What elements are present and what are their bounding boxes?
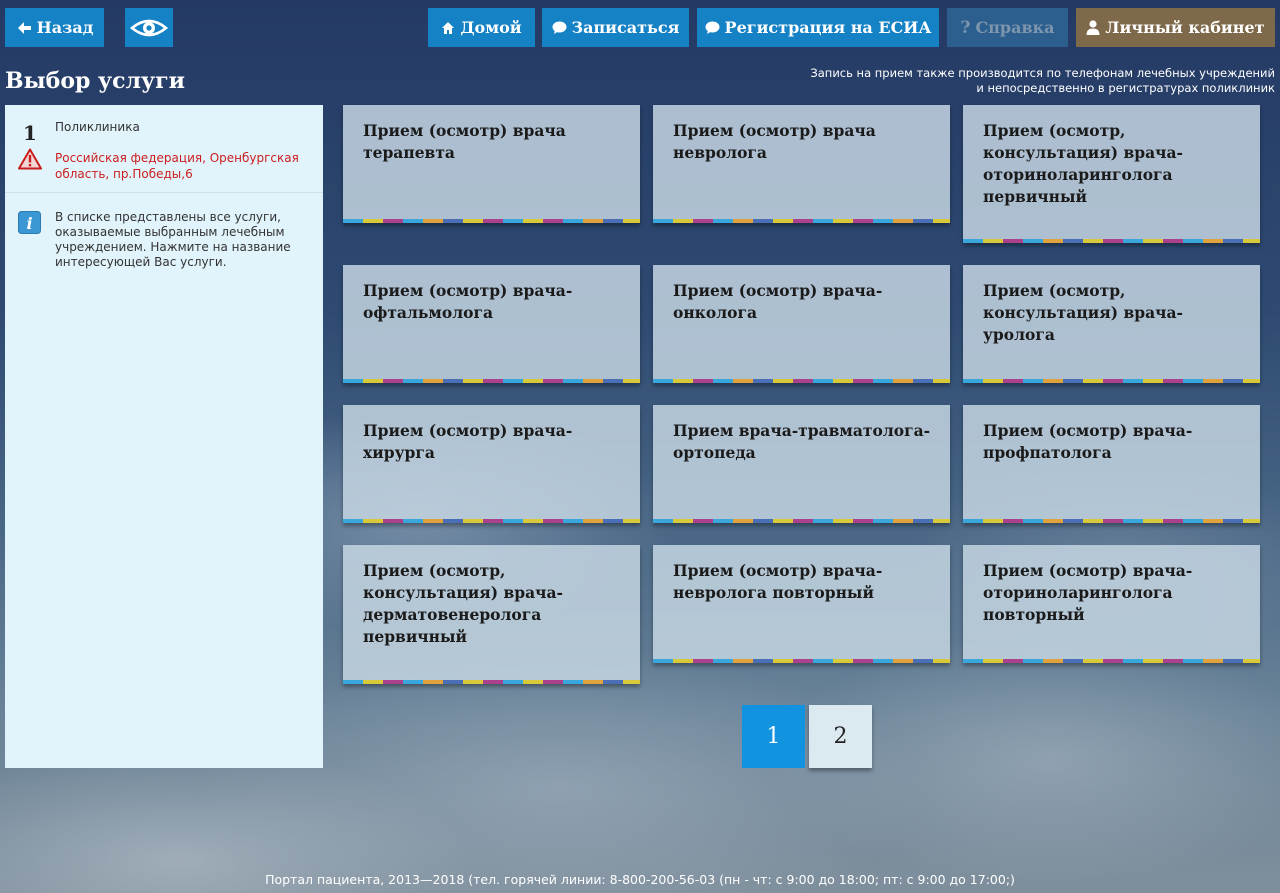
service-name: Прием (осмотр) врача-онколога (673, 281, 883, 322)
tile-stripe (653, 659, 950, 663)
svg-text:i: i (26, 214, 32, 233)
tile-stripe (343, 680, 640, 684)
service-tile[interactable]: Прием (осмотр, консультация) врача-уроло… (963, 265, 1260, 383)
page-1-button[interactable]: 1 (742, 705, 805, 768)
help-button[interactable]: ? Справка (947, 8, 1068, 47)
warning-icon (18, 148, 42, 170)
service-name: Прием (осмотр) врача невролога (673, 121, 876, 162)
info-text: В списке представлены все услуги, оказыв… (55, 210, 291, 269)
service-tile[interactable]: Прием (осмотр) врача-оториноларинголога … (963, 545, 1260, 663)
service-tile[interactable]: Прием (осмотр, консультация) врача-отори… (963, 105, 1260, 243)
notice-line: Запись на прием также производится по те… (810, 66, 1275, 80)
tile-stripe (653, 219, 950, 223)
back-button-label: Назад (36, 18, 94, 37)
service-name: Прием (осмотр) врача-невролога повторный (673, 561, 883, 602)
personal-cabinet-button[interactable]: Личный кабинет (1076, 8, 1275, 47)
info-icon: i (18, 211, 41, 234)
service-tile[interactable]: Прием (осмотр) врача-профпатолога (963, 405, 1260, 523)
home-icon (441, 21, 455, 35)
service-tile[interactable]: Прием (осмотр) врача-онколога (653, 265, 950, 383)
back-button[interactable]: Назад (5, 8, 104, 47)
service-name: Прием (осмотр) врача терапевта (363, 121, 566, 162)
esia-registration-label: Регистрация на ЕСИА (724, 18, 932, 37)
sidebar-panel: 1 Поликлиника Российская федерация, Орен… (5, 105, 323, 768)
user-icon (1086, 20, 1100, 35)
help-button-label: Справка (975, 18, 1055, 37)
service-name: Прием (осмотр) врача-офтальмолога (363, 281, 573, 322)
clinic-address: Российская федерация, Оренбургская облас… (55, 151, 299, 181)
service-tile[interactable]: Прием врача-травматолога-ортопеда (653, 405, 950, 523)
tile-stripe (963, 379, 1260, 383)
service-name: Прием (осмотр, консультация) врача-отори… (983, 121, 1183, 206)
service-tile[interactable]: Прием (осмотр) врача терапевта (343, 105, 640, 223)
home-button-label: Домой (460, 18, 522, 37)
service-name: Прием (осмотр, консультация) врача-уроло… (983, 281, 1183, 344)
service-tile[interactable]: Прием (осмотр, консультация) врача-дерма… (343, 545, 640, 684)
tile-stripe (343, 219, 640, 223)
esia-registration-button[interactable]: Регистрация на ЕСИА (697, 8, 939, 47)
tile-stripe (963, 659, 1260, 663)
book-appointment-button[interactable]: Записаться (542, 8, 689, 47)
service-name: Прием (осмотр) врача-хирурга (363, 421, 573, 462)
service-tile[interactable]: Прием (осмотр) врача невролога (653, 105, 950, 223)
eye-icon (130, 17, 168, 39)
service-tile[interactable]: Прием (осмотр) врача-невролога повторный (653, 545, 950, 663)
clinic-type: Поликлиника (55, 120, 140, 134)
tile-stripe (343, 379, 640, 383)
service-name: Прием (осмотр, консультация) врача-дерма… (363, 561, 563, 646)
service-tile[interactable]: Прием (осмотр) врача-хирурга (343, 405, 640, 523)
page-title: Выбор услуги (5, 68, 185, 94)
tile-stripe (963, 239, 1260, 243)
service-tile[interactable]: Прием (осмотр) врача-офтальмолога (343, 265, 640, 383)
chat-bubble-icon (705, 21, 720, 35)
chat-bubble-icon (552, 21, 567, 35)
service-name: Прием врача-травматолога-ортопеда (673, 421, 931, 462)
tile-stripe (653, 519, 950, 523)
tile-stripe (963, 519, 1260, 523)
home-button[interactable]: Домой (428, 8, 535, 47)
step-number: 1 (23, 121, 37, 145)
tile-stripe (653, 379, 950, 383)
service-name: Прием (осмотр) врача-профпатолога (983, 421, 1193, 462)
personal-cabinet-label: Личный кабинет (1105, 18, 1265, 37)
accessibility-button[interactable] (125, 8, 173, 47)
arrow-left-icon (16, 20, 32, 36)
tile-stripe (343, 519, 640, 523)
question-icon: ? (960, 17, 971, 38)
service-name: Прием (осмотр) врача-оториноларинголога … (983, 561, 1193, 624)
page-2-button[interactable]: 2 (809, 705, 872, 768)
top-toolbar: Назад Домой Записаться Регистрация на ЕС… (5, 8, 1275, 47)
book-appointment-label: Записаться (571, 18, 680, 37)
selected-clinic: 1 Поликлиника Российская федерация, Орен… (5, 105, 323, 193)
phone-notice: Запись на прием также производится по те… (755, 66, 1275, 96)
footer-text: Портал пациента, 2013—2018 (тел. горячей… (265, 872, 1015, 887)
notice-line: и непосредственно в регистратурах поликл… (976, 81, 1275, 95)
